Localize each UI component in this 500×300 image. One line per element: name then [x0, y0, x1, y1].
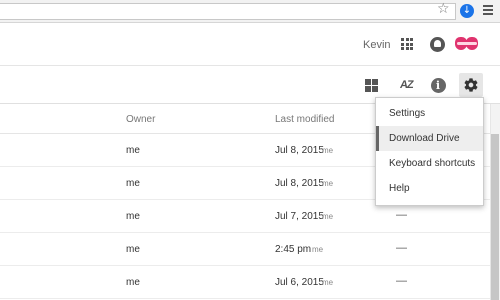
modified-by: me — [312, 245, 324, 254]
modified-by: me — [322, 179, 334, 188]
apps-grid-icon[interactable] — [401, 38, 413, 50]
modified-cell: Jul 8, 2015 — [275, 145, 324, 156]
owner-cell: me — [126, 277, 140, 288]
modified-cell: Jul 8, 2015 — [275, 178, 324, 189]
menu-item-keyboard-shortcuts[interactable]: Keyboard shortcuts — [376, 151, 483, 176]
star-outline-icon[interactable]: ☆ — [437, 2, 450, 16]
browser-toolbar: ☆ ↓ — [0, 0, 500, 23]
column-header-owner[interactable]: Owner — [126, 114, 155, 125]
owner-cell: me — [126, 244, 140, 255]
modified-cell: 2:45 pm — [275, 244, 312, 255]
modified-cell: Jul 7, 2015 — [275, 211, 324, 222]
address-bar[interactable] — [0, 3, 456, 20]
modified-by: me — [322, 146, 334, 155]
download-arrow-icon[interactable]: ↓ — [460, 4, 474, 18]
avatar[interactable] — [455, 35, 479, 53]
scrollbar-thumb[interactable] — [491, 134, 499, 300]
user-name[interactable]: Kevin — [363, 39, 391, 51]
size-cell: — — [396, 275, 407, 287]
size-cell: — — [396, 242, 407, 254]
menu-item-help[interactable]: Help — [376, 176, 483, 201]
owner-cell: me — [126, 145, 140, 156]
column-header-last-modified[interactable]: Last modified — [275, 114, 334, 125]
settings-menu: Settings Download Drive Keyboard shortcu… — [375, 97, 484, 206]
settings-button[interactable] — [459, 73, 483, 97]
size-cell: — — [396, 209, 407, 221]
bell-icon[interactable] — [430, 37, 445, 52]
table-row[interactable]: me 2:45 pm me — — [0, 233, 490, 266]
menu-item-download-drive[interactable]: Download Drive — [376, 126, 483, 151]
modified-by: me — [322, 212, 334, 221]
menu-item-settings[interactable]: Settings — [376, 101, 483, 126]
modified-by: me — [322, 278, 334, 287]
owner-cell: me — [126, 211, 140, 222]
app-header: Kevin — [0, 23, 500, 66]
table-row[interactable]: me Jul 6, 2015 me — — [0, 266, 490, 299]
hamburger-menu-icon[interactable] — [483, 5, 493, 17]
gear-icon — [464, 78, 478, 92]
modified-cell: Jul 6, 2015 — [275, 277, 324, 288]
owner-cell: me — [126, 178, 140, 189]
